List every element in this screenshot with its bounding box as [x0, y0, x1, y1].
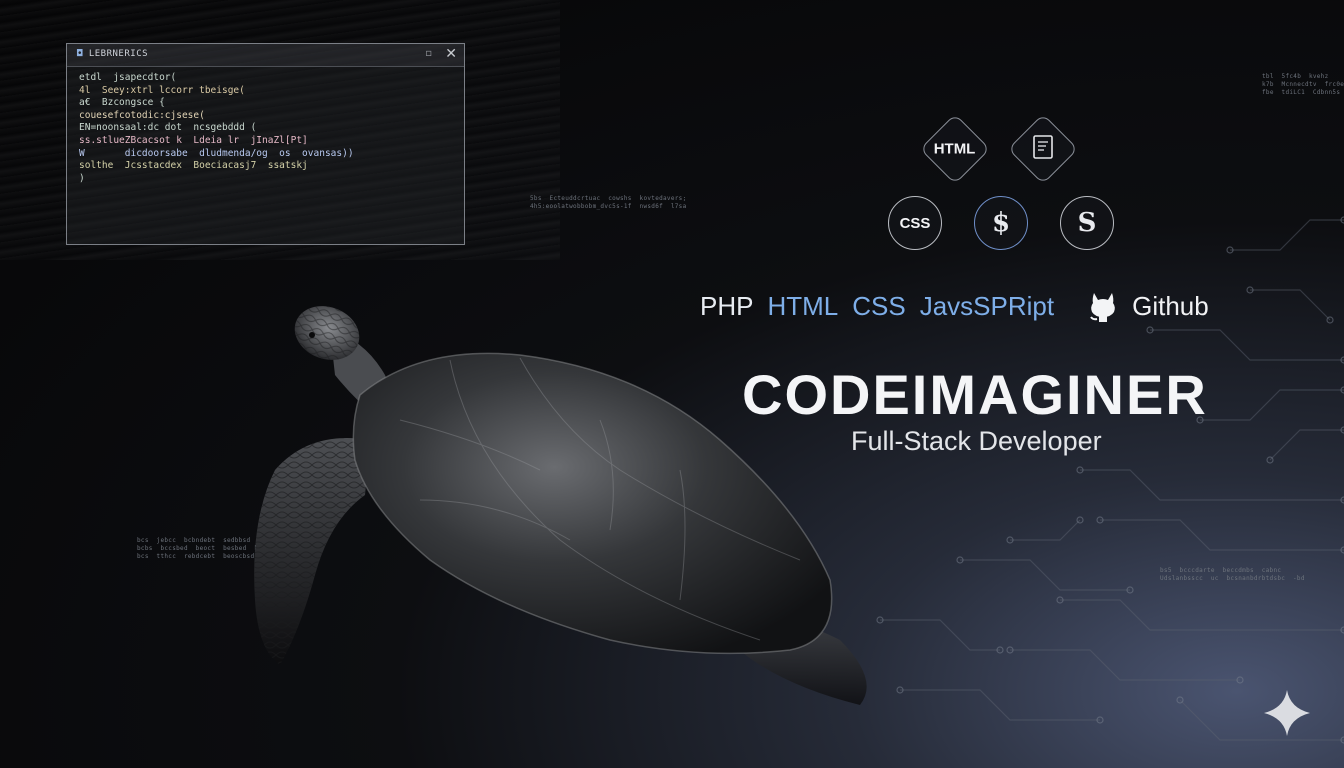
github-label: Github [1132, 290, 1209, 321]
tech-word-html: HTML [767, 290, 839, 321]
tech-word-css: CSS [852, 290, 906, 321]
turtle-eye [309, 332, 315, 338]
tech-stack-line: PHP HTML CSS JavsSPRipt Github [700, 286, 1209, 326]
tech-word-php: PHP [700, 290, 754, 321]
tech-word-javascript: JavsSPRipt [919, 290, 1055, 321]
css-badge[interactable]: CSS [888, 196, 942, 250]
github-link[interactable]: Github [1088, 289, 1209, 323]
brand-subtitle: Full-Stack Developer [851, 426, 1102, 456]
s-script-icon[interactable]: S [1060, 196, 1114, 250]
sparkle-icon[interactable] [1262, 688, 1312, 738]
html-badge-label: HTML [934, 140, 976, 158]
brand-title: CODEIMAGINER [742, 363, 1208, 426]
document-icon-glyph [1033, 135, 1053, 163]
dollar-script-icon[interactable]: $ [974, 196, 1028, 250]
github-cat-icon [1090, 293, 1115, 322]
